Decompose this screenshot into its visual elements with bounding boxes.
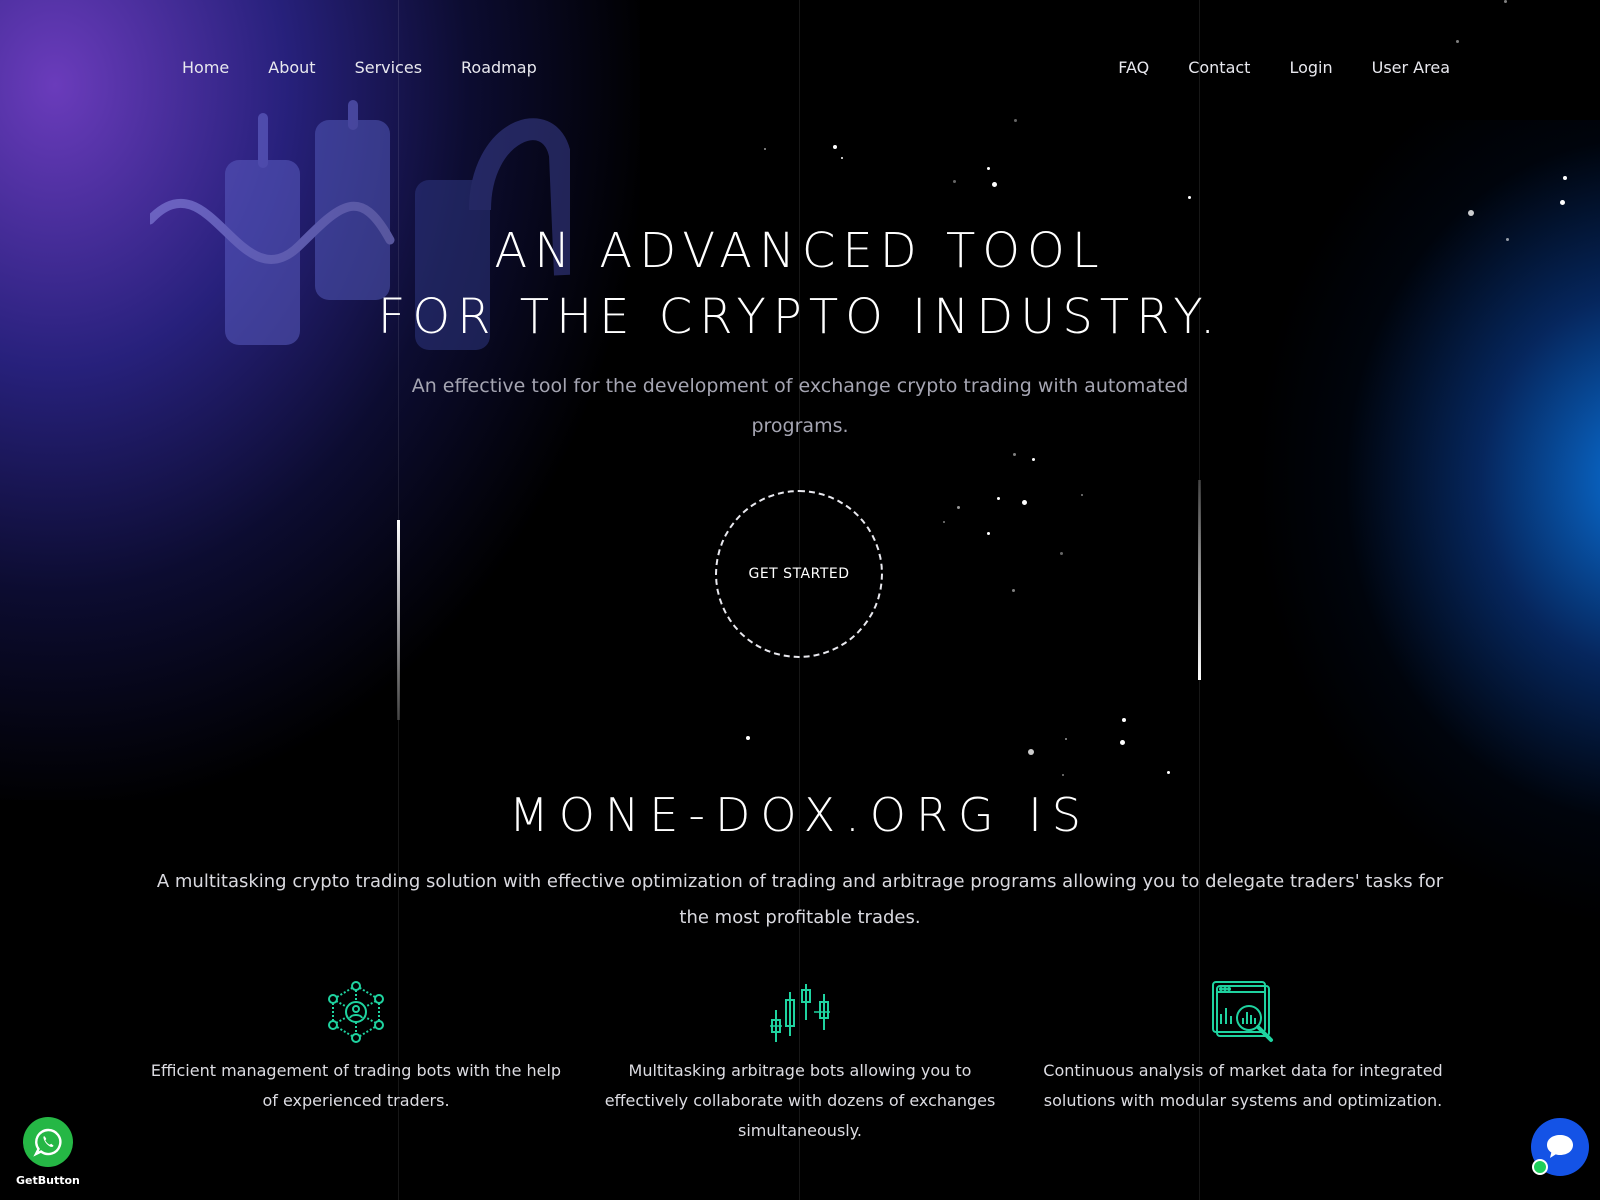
chat-bubble-icon [1547, 1135, 1573, 1158]
feature-text: Multitasking arbitrage bots allowing you… [604, 1061, 996, 1140]
hero-subtitle: An effective tool for the development of… [411, 375, 1189, 437]
getbutton-label[interactable]: GetButton [16, 1174, 80, 1187]
feature-text: Efficient management of trading bots wit… [150, 1061, 562, 1110]
light-beam [1198, 480, 1201, 680]
feature-text: Continuous analysis of market data for i… [1043, 1061, 1443, 1110]
get-started-button[interactable]: GET STARTED [715, 490, 883, 658]
section-title: MONE-DOX.ORG IS [509, 788, 1091, 842]
section-description: A multitasking crypto trading solution w… [156, 871, 1444, 928]
light-beam [397, 520, 400, 720]
nav-faq[interactable]: FAQ [1118, 58, 1149, 77]
candlestick-chart-icon [770, 984, 830, 1042]
nav-login[interactable]: Login [1289, 58, 1332, 77]
whatsapp-icon [33, 1128, 62, 1157]
feature-card: Continuous analysis of market data for i… [1028, 980, 1458, 1116]
hero-title-line2: FOR THE CRYPTO INDUSTRY. [377, 289, 1223, 345]
nav-contact[interactable]: Contact [1188, 58, 1250, 77]
hero-title: AN ADVANCED TOOL FOR THE CRYPTO INDUSTRY… [0, 218, 1600, 350]
nav-roadmap[interactable]: Roadmap [461, 58, 537, 77]
nav-about[interactable]: About [268, 58, 315, 77]
nav-right: FAQ Contact Login User Area [1118, 58, 1450, 77]
feature-card: Multitasking arbitrage bots allowing you… [585, 980, 1015, 1146]
whatsapp-button[interactable] [23, 1117, 73, 1167]
market-analysis-icon [1212, 981, 1273, 1042]
network-icon [328, 981, 384, 1043]
main-nav: Home About Services Roadmap FAQ Contact … [0, 58, 1600, 88]
feature-card: Efficient management of trading bots wit… [141, 980, 571, 1116]
nav-home[interactable]: Home [182, 58, 229, 77]
nav-user-area[interactable]: User Area [1372, 58, 1450, 77]
nav-left: Home About Services Roadmap [182, 58, 537, 77]
online-status-dot [1532, 1159, 1548, 1175]
nav-services[interactable]: Services [355, 58, 422, 77]
hero-title-line1: AN ADVANCED TOOL [494, 223, 1106, 279]
